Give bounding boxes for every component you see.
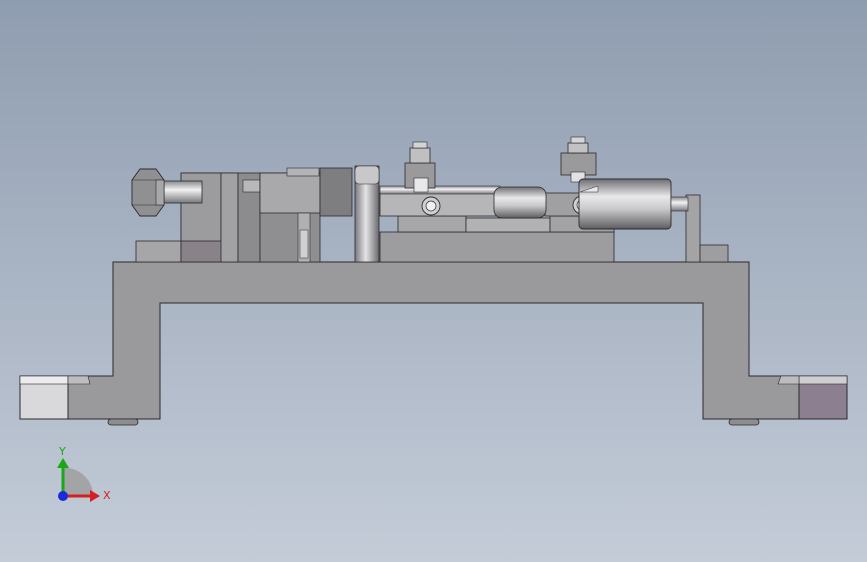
vertical-post	[354, 165, 380, 263]
bolt-head-left	[421, 196, 441, 216]
triad-arc	[63, 467, 94, 496]
base-frame	[67, 261, 800, 420]
cad-viewport[interactable]: Y X	[0, 0, 867, 562]
right-cylinder	[578, 178, 689, 230]
y-axis-label: Y	[58, 445, 66, 458]
coordinate-triad: Y X	[57, 445, 111, 502]
x-axis-label: X	[103, 489, 111, 502]
left-foot-bump	[107, 418, 139, 426]
guide-rod	[379, 185, 501, 195]
left-nut-stack	[404, 141, 436, 193]
slider-block	[493, 186, 547, 219]
right-upright-plate	[685, 194, 729, 263]
right-foot-bump	[728, 418, 760, 426]
right-nut-stack	[560, 136, 597, 183]
z-axis-origin	[58, 491, 68, 501]
